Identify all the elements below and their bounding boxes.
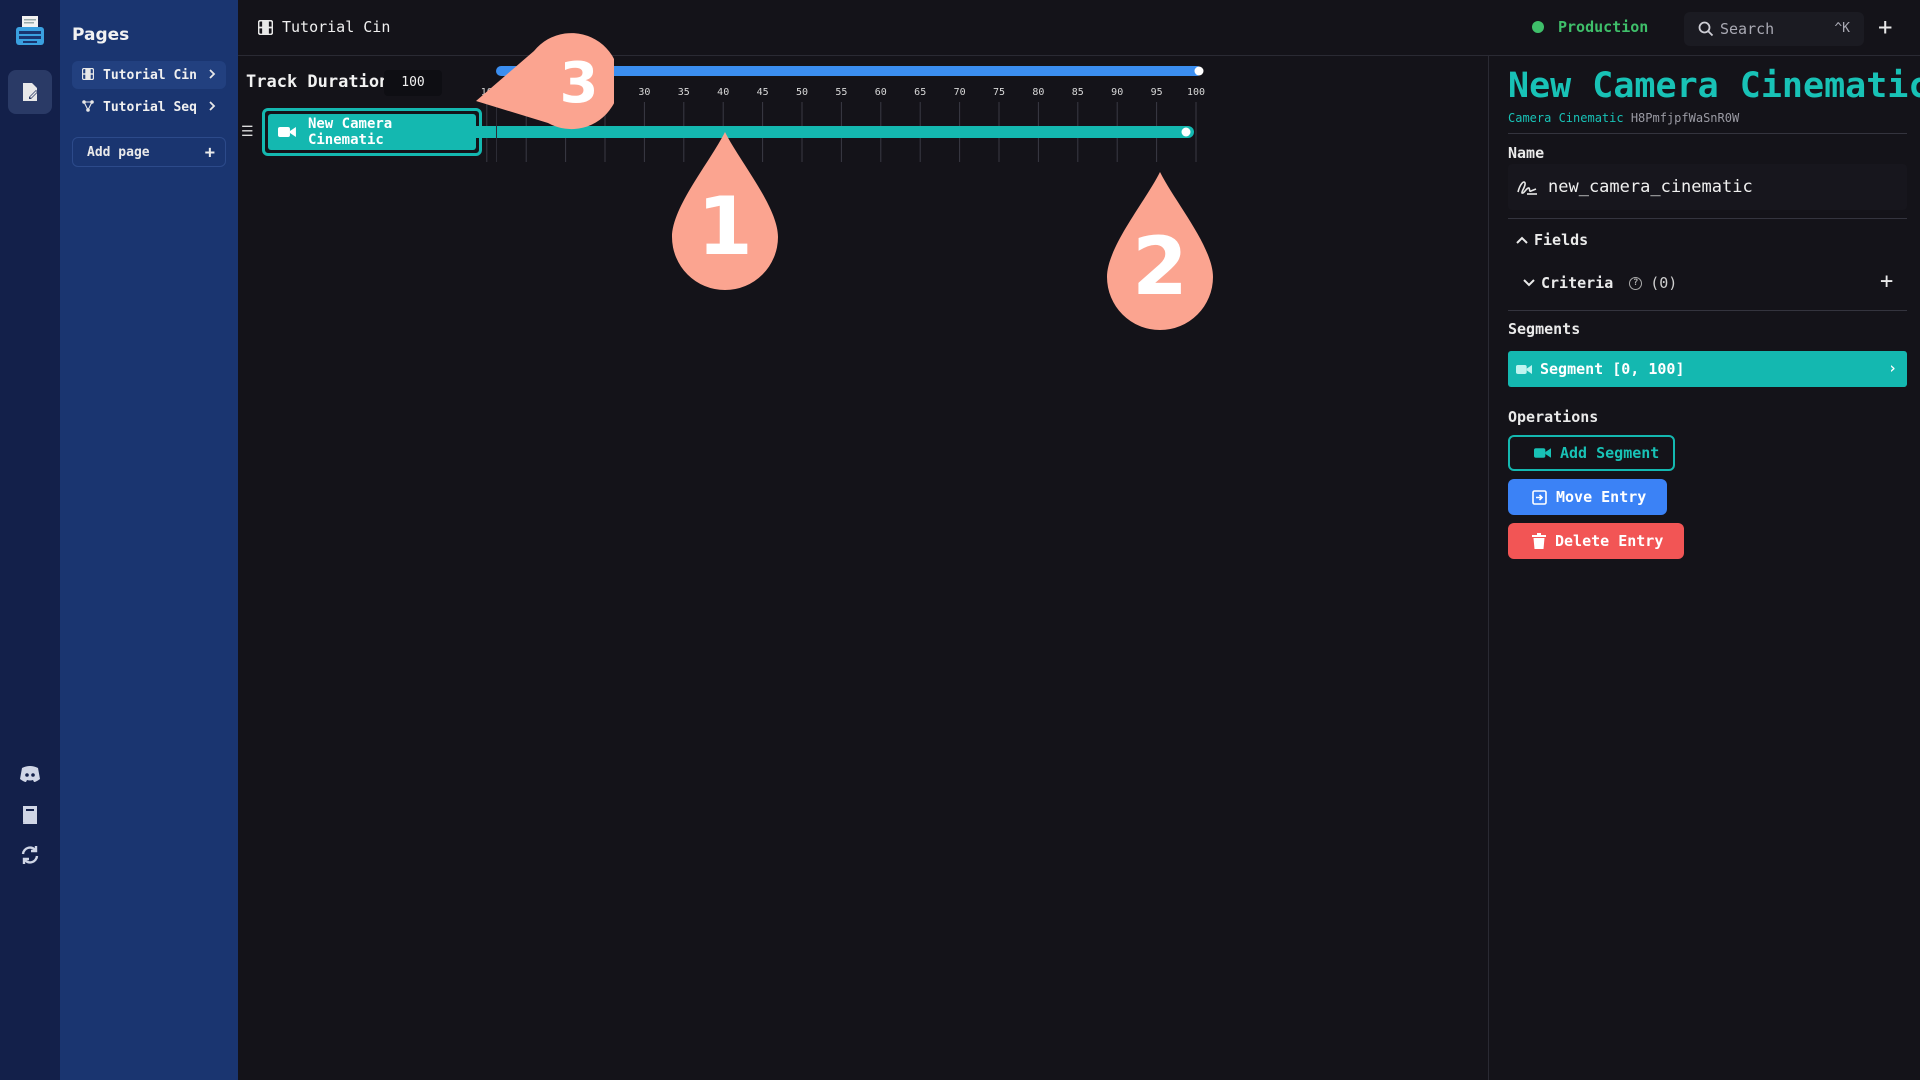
delete-entry-label: Delete Entry xyxy=(1555,532,1664,550)
tick-label: 50 xyxy=(796,87,808,98)
entry-track-inner: New Camera Cinematic xyxy=(268,114,476,150)
document-title: Tutorial Cin xyxy=(258,18,390,36)
tick-label: 95 xyxy=(1151,87,1163,98)
add-page-button[interactable]: Add page + xyxy=(72,137,226,167)
document-title-text: Tutorial Cin xyxy=(282,18,391,36)
sidebar-item-tutorial-cin[interactable]: Tutorial Cin xyxy=(72,61,226,89)
annotation-marker-3: 3 xyxy=(464,21,620,141)
move-entry-label: Move Entry xyxy=(1556,488,1647,506)
duration-slider-handle[interactable] xyxy=(1194,66,1204,76)
environment-selector[interactable]: Production xyxy=(1532,18,1648,36)
annotation-number-1: 1 xyxy=(697,180,753,273)
book-icon[interactable] xyxy=(16,801,44,829)
criteria-count: (0) xyxy=(1650,274,1678,292)
tick-label: 75 xyxy=(993,87,1005,98)
segment-end-handle[interactable] xyxy=(1181,127,1191,137)
tick-label: 65 xyxy=(914,87,926,98)
add-page-label: Add page xyxy=(87,144,150,160)
pages-panel: Pages Tutorial Cin Tutorial Seq Add page… xyxy=(60,0,238,1080)
graph-icon xyxy=(82,100,96,114)
add-segment-label: Add Segment xyxy=(1560,444,1660,462)
fields-toggle[interactable]: Fields xyxy=(1515,231,1588,249)
tick-label: 35 xyxy=(678,87,690,98)
search-input[interactable]: Search ^K xyxy=(1684,12,1864,46)
delete-entry-button[interactable]: Delete Entry xyxy=(1508,523,1684,559)
segments-label: Segments xyxy=(1508,320,1581,338)
sidebar-item-label: Tutorial Seq xyxy=(103,99,197,115)
video-camera-icon xyxy=(1534,448,1551,458)
chevron-right-icon: › xyxy=(1887,359,1897,377)
chevron-right-icon xyxy=(208,68,216,84)
name-field[interactable]: new_camera_cinematic xyxy=(1508,164,1907,210)
add-segment-button[interactable]: Add Segment xyxy=(1508,435,1675,471)
typewriter-logo-icon[interactable] xyxy=(13,14,47,48)
annotation-number-2: 2 xyxy=(1132,220,1188,313)
tick-label: 60 xyxy=(875,87,887,98)
criteria-toggle[interactable]: Criteria ? (0) xyxy=(1522,274,1677,292)
search-icon xyxy=(1698,21,1714,37)
status-dot-icon xyxy=(1532,21,1544,33)
tick-label: 80 xyxy=(1032,87,1044,98)
app-root: Pages Tutorial Cin Tutorial Seq Add page… xyxy=(0,0,1920,1080)
video-camera-icon xyxy=(1516,364,1532,374)
tick-label: 55 xyxy=(835,87,847,98)
chevron-right-icon xyxy=(208,100,216,116)
page-edit-icon[interactable] xyxy=(8,70,52,114)
tick-label: 45 xyxy=(757,87,769,98)
segment-label: Segment [0, 100] xyxy=(1540,360,1685,378)
pages-title: Pages xyxy=(72,25,130,45)
video-camera-icon xyxy=(278,127,296,137)
entry-track-button[interactable]: New Camera Cinematic xyxy=(262,108,482,156)
add-criteria-button[interactable]: + xyxy=(1880,269,1893,294)
move-icon xyxy=(1532,489,1547,505)
segment-item[interactable]: Segment [0, 100] › xyxy=(1508,351,1907,387)
signature-icon xyxy=(1517,181,1537,195)
tick-label: 40 xyxy=(717,87,729,98)
entry-id: H8PmfjpfWaSnR0W xyxy=(1630,111,1740,125)
trash-icon xyxy=(1532,533,1546,549)
sync-icon[interactable] xyxy=(16,841,44,869)
criteria-label: Criteria xyxy=(1541,274,1614,292)
help-icon[interactable]: ? xyxy=(1629,276,1643,290)
chevron-down-icon xyxy=(1523,279,1535,287)
tick-label: 30 xyxy=(638,87,650,98)
divider xyxy=(1508,310,1907,311)
new-item-button[interactable]: + xyxy=(1878,13,1892,41)
discord-icon[interactable] xyxy=(16,760,44,788)
icon-rail xyxy=(0,0,60,1080)
sidebar-item-tutorial-seq[interactable]: Tutorial Seq xyxy=(72,93,226,121)
move-entry-button[interactable]: Move Entry xyxy=(1508,479,1667,515)
entry-type-link[interactable]: Camera Cinematic xyxy=(1508,111,1624,125)
annotation-marker-1: 1 xyxy=(670,132,780,292)
entry-title: New Camera Cinematic xyxy=(1508,66,1920,106)
search-shortcut: ^K xyxy=(1834,21,1850,36)
film-icon xyxy=(82,68,96,82)
inspector-panel: New Camera Cinematic Camera Cinematic H8… xyxy=(1488,56,1920,1080)
fields-label: Fields xyxy=(1534,231,1589,249)
entry-track-label: New Camera Cinematic xyxy=(307,116,393,148)
annotation-marker-2: 2 xyxy=(1105,172,1215,332)
divider xyxy=(1508,133,1907,134)
tick-label: 85 xyxy=(1072,87,1084,98)
operations-label: Operations xyxy=(1508,408,1599,426)
divider xyxy=(1508,218,1907,219)
plus-icon: + xyxy=(204,143,215,163)
annotation-number-3: 3 xyxy=(559,51,599,116)
timeline-panel: Track Duration 100 101520253035404550556… xyxy=(238,33,1488,1080)
search-placeholder: Search xyxy=(1720,20,1775,38)
film-icon xyxy=(258,19,273,35)
drag-menu-icon[interactable]: ☰ xyxy=(241,124,254,140)
sidebar-item-label: Tutorial Cin xyxy=(103,67,197,83)
tick-label: 70 xyxy=(954,87,966,98)
chevron-up-icon xyxy=(1516,236,1528,244)
tick-label: 90 xyxy=(1111,87,1123,98)
entry-subtitle: Camera Cinematic H8PmfjpfWaSnR0W xyxy=(1508,111,1739,125)
name-value: new_camera_cinematic xyxy=(1548,177,1753,197)
tick-label: 100 xyxy=(1187,87,1205,98)
name-label: Name xyxy=(1508,144,1545,162)
environment-label: Production xyxy=(1558,18,1649,36)
